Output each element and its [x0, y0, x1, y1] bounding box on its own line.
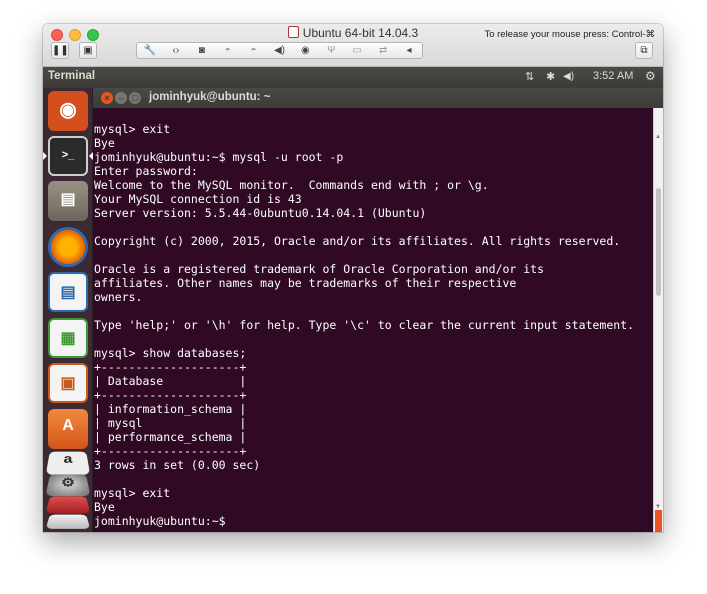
terminal-line: mysql> show databases; — [94, 346, 247, 360]
device-toolbar: 🔧 ‹› ◙ ◓ ◓ ◀) ◉ Ψ ▭ ⇄ ◂ — [136, 42, 423, 59]
unity-launcher: ◉ >_ ▤ ▤ ▦ ▣ A a ⚙ — [43, 88, 93, 532]
terminal-line: Bye — [94, 136, 115, 150]
snapshot-button[interactable]: ▣ — [79, 42, 97, 59]
launcher-libreoffice-impress[interactable]: ▣ — [48, 363, 88, 403]
terminal-output[interactable]: mysql> exit Bye jominhyuk@ubuntu:~$ mysql … — [93, 108, 653, 532]
printer-icon[interactable]: ◓ — [245, 45, 263, 56]
scroll-position-marker — [655, 510, 662, 532]
terminal-line: Bye — [94, 500, 115, 514]
release-mouse-hint: To release your mouse press: Control-⌘ — [484, 29, 655, 40]
launcher-trash[interactable] — [45, 514, 91, 529]
settings-gear-icon[interactable]: ⚙ — [645, 69, 656, 83]
vm-icon — [287, 26, 299, 38]
launcher-libreoffice-writer[interactable]: ▤ — [48, 272, 88, 312]
amazon-icon: a — [63, 452, 73, 467]
terminal-line: Enter password: — [94, 164, 198, 178]
terminal-line: Type 'help;' or '\h' for help. Type '\c'… — [94, 318, 635, 332]
terminal-line: Copyright (c) 2000, 2015, Oracle and/or … — [94, 234, 621, 248]
shopping-bag-icon: A — [62, 417, 74, 434]
vm-titlebar: Ubuntu 64-bit 14.04.3 To release your mo… — [43, 24, 663, 67]
terminal-line: +--------------------+ — [94, 360, 247, 374]
vm-window: Ubuntu 64-bit 14.04.3 To release your mo… — [43, 24, 663, 532]
launcher-terminal[interactable]: >_ — [48, 136, 88, 176]
terminal-line: | mysql | — [94, 416, 247, 430]
terminal-line: Oracle is a registered trademark of Orac… — [94, 262, 545, 276]
terminal-line: jominhyuk@ubuntu:~$ — [94, 514, 233, 528]
terminal-line: 3 rows in set (0.00 sec) — [94, 458, 261, 472]
running-indicator-icon — [43, 152, 47, 160]
pause-button[interactable]: ❚❚ — [51, 42, 69, 59]
terminal-title: jominhyuk@ubuntu: ~ — [149, 91, 271, 103]
terminal-scrollbar[interactable]: ▲ ▼ — [653, 108, 663, 532]
window-title-text: Ubuntu 64-bit 14.04.3 — [302, 26, 419, 40]
terminal-minimize-button[interactable]: – — [115, 92, 127, 104]
scrollbar-thumb[interactable] — [656, 188, 661, 296]
terminal-maximize-button[interactable]: □ — [129, 92, 141, 104]
launcher-firefox[interactable] — [48, 227, 88, 267]
launcher-system-settings[interactable]: ⚙ — [45, 474, 91, 497]
terminal-icon: >_ — [61, 149, 75, 161]
terminal-line: jominhyuk@ubuntu:~$ mysql -u root -p — [94, 150, 344, 164]
launcher-libreoffice-calc[interactable]: ▦ — [48, 318, 88, 358]
terminal-line: | Database | — [94, 374, 247, 388]
share-icon[interactable]: ⇄ — [374, 45, 392, 56]
volume-indicator-icon[interactable]: ◀) — [563, 71, 574, 82]
terminal-line: affiliates. Other names may be trademark… — [94, 276, 517, 290]
terminal-line: +--------------------+ — [94, 444, 247, 458]
terminal-line: owners. — [94, 290, 143, 304]
window-icon: ⧉ — [640, 45, 648, 56]
terminal-line: Server version: 5.5.44-0ubuntu0.14.04.1 … — [94, 206, 427, 220]
terminal-close-button[interactable]: × — [101, 92, 113, 104]
launcher-software-center[interactable]: A — [48, 409, 88, 449]
active-app-name: Terminal — [48, 70, 96, 82]
gear-icon: ⚙ — [60, 476, 76, 490]
ubuntu-logo-icon: ◉ — [59, 99, 77, 121]
pause-icon: ❚❚ — [52, 45, 69, 56]
usb-icon[interactable]: Ψ — [322, 45, 340, 56]
network-icon[interactable]: ‹› — [167, 45, 185, 56]
launcher-files[interactable]: ▤ — [48, 181, 88, 221]
sound-icon[interactable]: ◀) — [270, 45, 288, 56]
terminal-line: mysql> exit — [94, 122, 171, 136]
wrench-icon[interactable]: 🔧 — [141, 45, 159, 56]
disk-icon[interactable]: ◙ — [193, 45, 211, 56]
terminal-line: | information_schema | — [94, 402, 247, 416]
terminal-line: mysql> exit — [94, 486, 171, 500]
calc-spreadsheet-icon: ▦ — [60, 330, 76, 347]
terminal-line: | performance_schema | — [94, 430, 247, 444]
unity-top-panel: Terminal ⇅ ✱ ◀) 3:52 AM ⚙ — [43, 67, 663, 88]
fullscreen-button[interactable]: ⧉ — [635, 42, 653, 59]
terminal-line: +--------------------+ — [94, 388, 247, 402]
scroll-up-icon[interactable]: ▲ — [655, 134, 661, 140]
launcher-ubuntu-dash[interactable]: ◉ — [48, 91, 88, 131]
terminal-line: Your MySQL connection id is 43 — [94, 192, 302, 206]
launcher-extra-item[interactable] — [45, 496, 91, 514]
terminal-text: mysql> exit Bye jominhyuk@ubuntu:~$ mysql … — [93, 108, 653, 528]
files-cabinet-icon: ▤ — [60, 191, 76, 208]
cd-icon[interactable]: ◉ — [296, 45, 314, 56]
launcher-amazon[interactable]: a — [45, 451, 91, 475]
impress-presentation-icon: ▣ — [60, 375, 76, 392]
clock[interactable]: 3:52 AM — [593, 70, 633, 82]
chevron-left-icon[interactable]: ◂ — [400, 45, 418, 56]
bluetooth-indicator-icon[interactable]: ✱ — [546, 70, 555, 83]
terminal-line: Welcome to the MySQL monitor. Commands e… — [94, 178, 489, 192]
floppy-icon[interactable]: ▭ — [348, 45, 366, 56]
camera-icon[interactable]: ◓ — [219, 45, 237, 56]
snapshot-icon: ▣ — [83, 45, 93, 56]
network-indicator-icon[interactable]: ⇅ — [525, 70, 534, 83]
terminal-titlebar: × – □ jominhyuk@ubuntu: ~ — [93, 88, 663, 108]
writer-document-icon: ▤ — [60, 284, 76, 301]
